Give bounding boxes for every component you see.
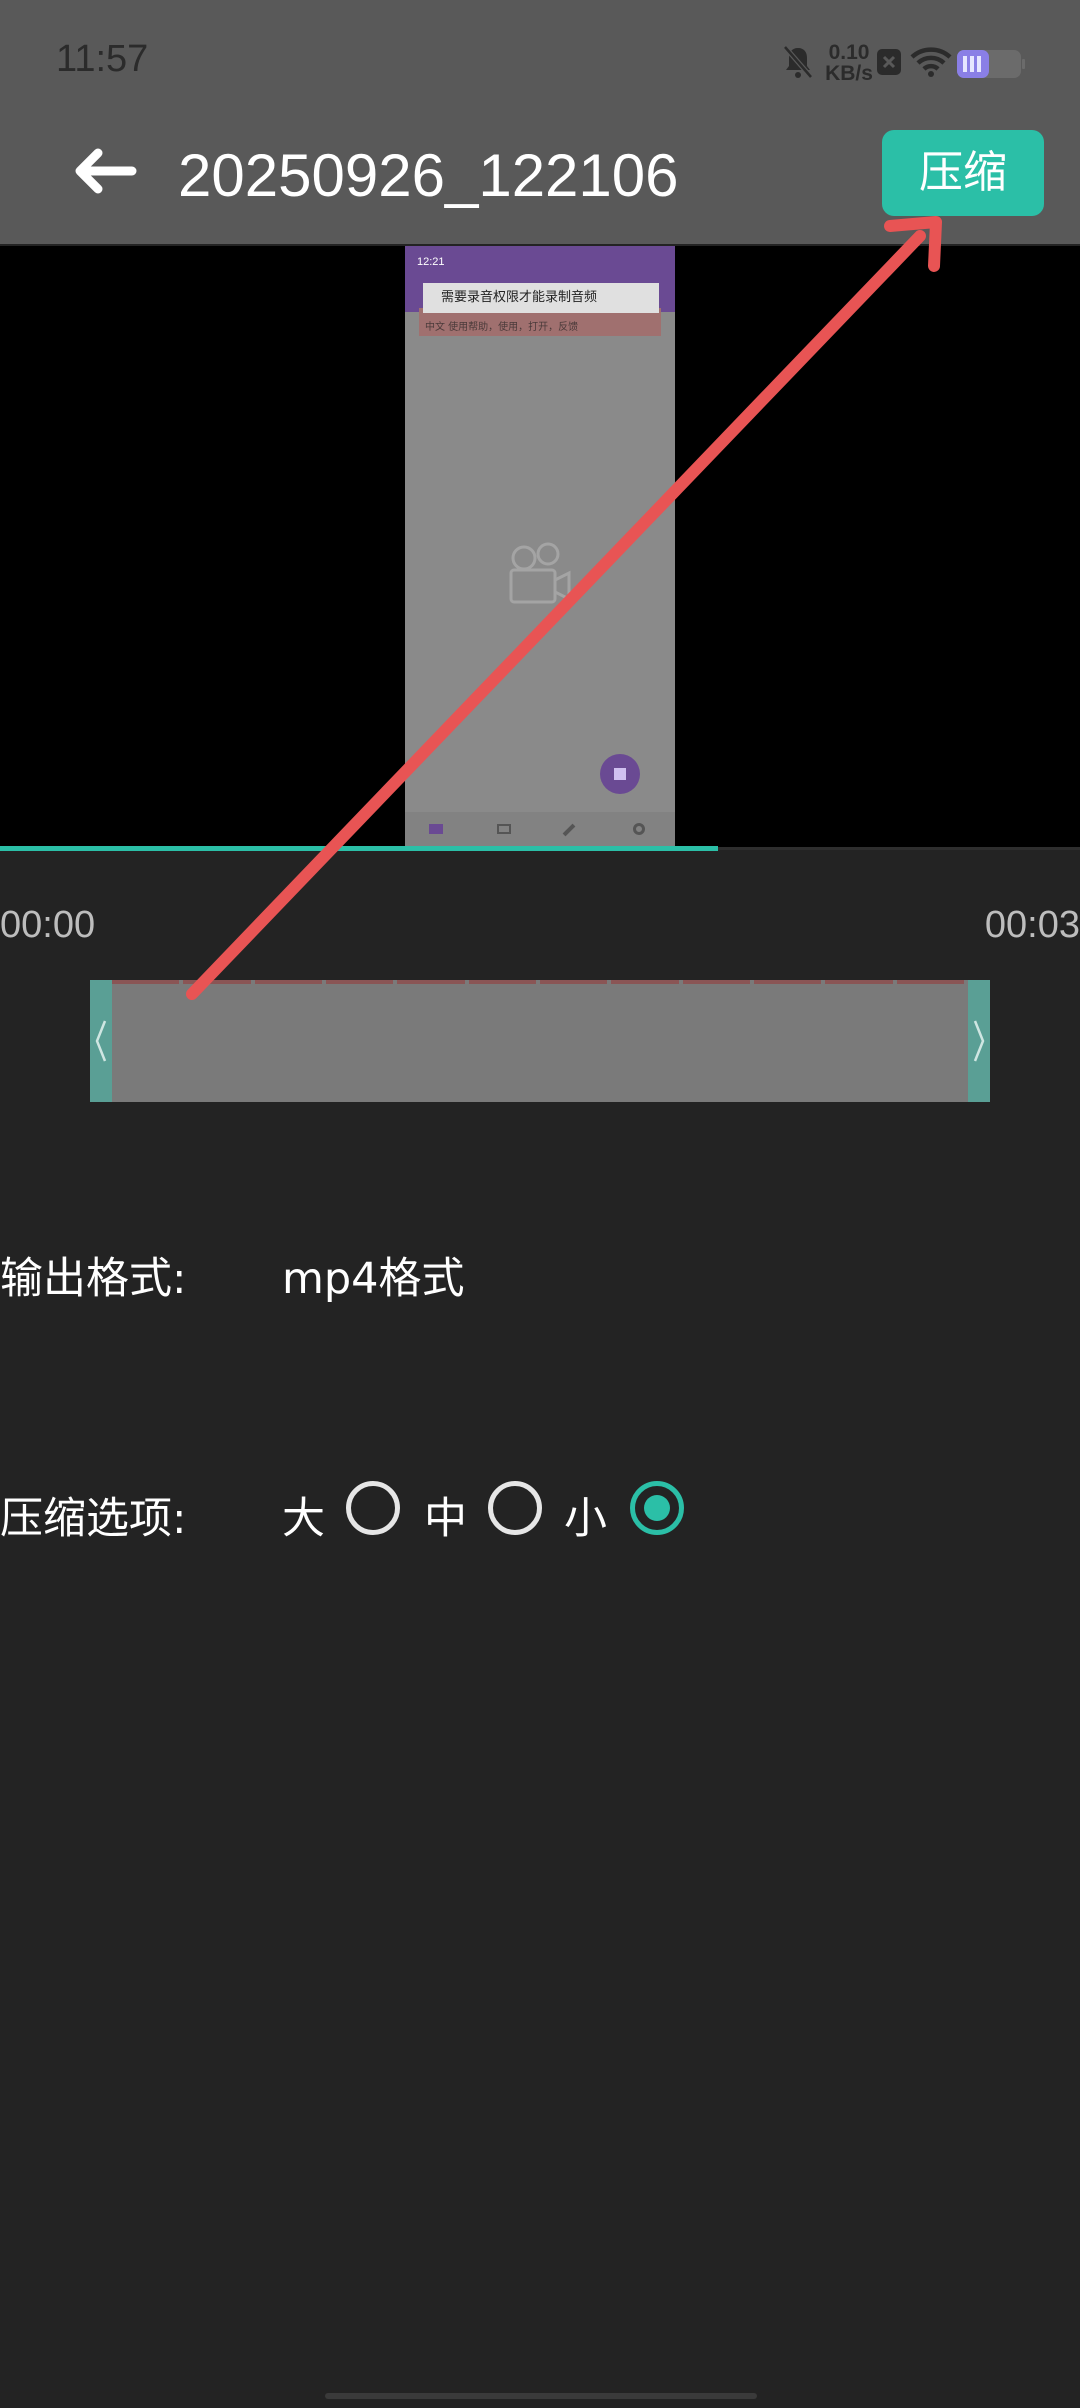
output-format-label: 输出格式: [0, 1254, 187, 1304]
camera-placeholder-icon [509, 542, 571, 604]
timeline-frames [112, 980, 968, 1102]
option-small-radio[interactable] [630, 1481, 684, 1535]
compress-button[interactable]: 压缩 [882, 130, 1044, 216]
arrow-left-icon [75, 148, 137, 194]
gear-icon [633, 823, 645, 835]
frame-dialog: 需要录音权限才能录制音频 [423, 283, 659, 313]
x-badge-icon [877, 49, 901, 75]
net-speed-value: 0.10 [828, 41, 870, 64]
playback-track [718, 847, 1080, 850]
timeline-frame [825, 980, 893, 1102]
wifi-icon [910, 47, 952, 77]
status-time: 11:57 [56, 38, 149, 80]
net-speed-unit: KB/s [825, 62, 873, 85]
frame-time: 12:21 [417, 256, 445, 268]
timeline-frame [397, 980, 465, 1102]
timeline-frame [540, 980, 608, 1102]
option-medium-radio[interactable] [488, 1481, 542, 1535]
page-title: 20250926_122106 [178, 142, 679, 209]
timeline-frame [754, 980, 822, 1102]
playback-progress[interactable] [0, 846, 718, 851]
trim-handle-left[interactable] [90, 980, 112, 1102]
compression-label: 压缩选项: [0, 1494, 187, 1544]
battery-icon [957, 50, 1025, 78]
start-time: 00:00 [0, 904, 96, 946]
home-indicator[interactable] [325, 2393, 757, 2399]
timeline-frame [183, 980, 251, 1102]
net-speed: 0.10 KB/s [822, 42, 876, 84]
timeline-frame [682, 980, 750, 1102]
timeline-frame [611, 980, 679, 1102]
video-frame: 12:21 中文 使用帮助，使用，打开，反馈 需要录音权限才能录制音频 [405, 246, 675, 850]
trim-handle-right[interactable] [968, 980, 990, 1102]
image-icon [497, 824, 511, 834]
timeline-frame [468, 980, 536, 1102]
video-icon [429, 824, 443, 834]
output-format-value[interactable]: mp4格式 [282, 1244, 465, 1306]
end-time: 00:03 [984, 904, 1080, 946]
option-small-label: 小 [564, 1494, 607, 1544]
frame-banner-text: 中文 使用帮助，使用，打开，反馈 [425, 322, 579, 333]
record-stop-button [600, 754, 640, 794]
back-button[interactable] [60, 135, 150, 225]
timeline-frame [896, 980, 964, 1102]
option-medium-label: 中 [424, 1494, 467, 1544]
chevron-left-icon [95, 1020, 107, 1062]
option-large-radio[interactable] [346, 1481, 400, 1535]
bell-muted-icon [783, 45, 813, 79]
option-large-label: 大 [282, 1494, 325, 1544]
chevron-right-icon [973, 1020, 985, 1062]
timeline-frame [254, 980, 322, 1102]
timeline-frame [112, 980, 180, 1102]
timeline-frame [326, 980, 394, 1102]
